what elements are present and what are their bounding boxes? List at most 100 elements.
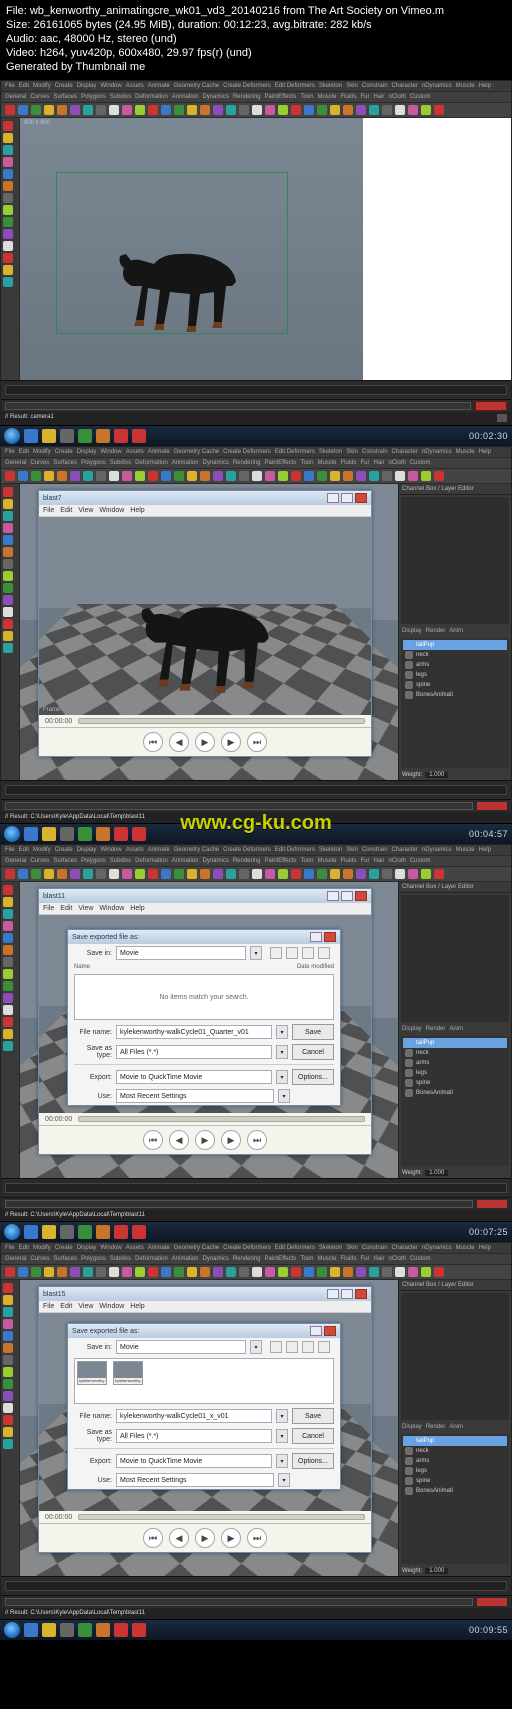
tool-icon[interactable]	[3, 1403, 13, 1413]
back-icon[interactable]	[270, 947, 282, 959]
channel-box[interactable]	[401, 1293, 509, 1420]
tool-icon[interactable]	[3, 909, 13, 919]
shelf-icon[interactable]	[148, 105, 158, 115]
menu-item[interactable]: Help	[479, 1245, 491, 1251]
shelf-row[interactable]	[1, 469, 511, 484]
menu-item[interactable]: Geometry Cache	[174, 847, 219, 853]
tool-icon[interactable]	[3, 969, 13, 979]
menu-item[interactable]: Polygons	[81, 94, 106, 100]
menu-item[interactable]: Create Deformers	[223, 449, 271, 455]
file-thumbnail[interactable]: kylekenworthy-w...	[113, 1361, 143, 1385]
shelf-icon[interactable]	[369, 471, 379, 481]
shelf-icon[interactable]	[356, 869, 366, 879]
menu-item[interactable]: Window	[100, 449, 121, 455]
menu-item[interactable]: Muscle	[456, 449, 475, 455]
menu-item[interactable]: Edit	[19, 847, 29, 853]
playblast-scrub[interactable]: 00:00:00	[39, 1113, 371, 1125]
shelf-icon[interactable]	[369, 1267, 379, 1277]
tool-icon[interactable]	[3, 1041, 13, 1051]
menu-item[interactable]: General	[5, 858, 26, 864]
layer-tabs[interactable]: DisplayRenderAnim	[399, 626, 511, 636]
shelf-icon[interactable]	[31, 105, 41, 115]
up-icon[interactable]	[286, 947, 298, 959]
shelf-icon[interactable]	[70, 471, 80, 481]
menu-item[interactable]: Edit	[19, 1245, 29, 1251]
shelf-icon[interactable]	[57, 869, 67, 879]
layer-item[interactable]: legs	[403, 670, 507, 680]
tool-icon[interactable]	[3, 193, 13, 203]
task-icon[interactable]	[78, 1225, 92, 1239]
layer-item[interactable]: legs	[403, 1068, 507, 1078]
shelf-icon[interactable]	[96, 471, 106, 481]
back-icon[interactable]	[270, 1341, 282, 1353]
menu-item[interactable]: Modify	[33, 847, 51, 853]
menu-item[interactable]: Window	[99, 507, 124, 514]
shelf-icon[interactable]	[395, 869, 405, 879]
menu-item[interactable]: Window	[100, 847, 121, 853]
shelf-icon[interactable]	[330, 1267, 340, 1277]
menu-item[interactable]: Character	[392, 1245, 418, 1251]
viewport-area[interactable]: blast7 FileEditViewWindowHelp	[20, 484, 398, 780]
shelf-icon[interactable]	[265, 105, 275, 115]
export-field[interactable]: Movie to QuickTime Movie	[116, 1070, 272, 1084]
shelf-icon[interactable]	[187, 471, 197, 481]
shelf-icon[interactable]	[200, 1267, 210, 1277]
menu-item[interactable]: Toon	[300, 858, 313, 864]
shelf-icon[interactable]	[421, 1267, 431, 1277]
command-line[interactable]: // Result: C:\Users\Kyle\AppData\Local\T…	[1, 1608, 511, 1618]
shelf-icon[interactable]	[122, 471, 132, 481]
shelf-icon[interactable]	[31, 869, 41, 879]
menu-item[interactable]: Deformation	[135, 94, 168, 100]
tool-icon[interactable]	[3, 535, 13, 545]
play-button[interactable]: ▶	[195, 1528, 215, 1548]
shelf-icon[interactable]	[5, 105, 15, 115]
tool-icon[interactable]	[3, 885, 13, 895]
menu-item[interactable]: Help	[130, 1303, 144, 1310]
shelf-icon[interactable]	[135, 869, 145, 879]
views-icon[interactable]	[318, 947, 330, 959]
menu-item[interactable]: Edit	[60, 1303, 72, 1310]
shelf-icon[interactable]	[122, 869, 132, 879]
shelf-icon[interactable]	[252, 471, 262, 481]
playblast-titlebar[interactable]: blast7	[39, 491, 371, 505]
menu-item[interactable]: Dynamics	[202, 1256, 228, 1262]
task-icon[interactable]	[78, 1623, 92, 1637]
tool-icon[interactable]	[3, 1439, 13, 1449]
task-icon[interactable]	[24, 1225, 38, 1239]
time-slider[interactable]	[1, 1576, 511, 1595]
shelf-icon[interactable]	[83, 1267, 93, 1277]
menu-item[interactable]: Animate	[148, 83, 170, 89]
menu-item[interactable]: Rendering	[233, 858, 261, 864]
menu-item[interactable]: nDynamics	[422, 847, 452, 853]
menu-item[interactable]: Muscle	[456, 83, 475, 89]
task-icon[interactable]	[42, 1225, 56, 1239]
tool-icon[interactable]	[3, 145, 13, 155]
menu-item[interactable]: Display	[77, 83, 97, 89]
tool-icon[interactable]	[3, 1319, 13, 1329]
shelf-icon[interactable]	[18, 471, 28, 481]
tool-icon[interactable]	[3, 499, 13, 509]
menu-item[interactable]: File	[5, 847, 15, 853]
shelf-icon[interactable]	[239, 1267, 249, 1277]
shelf-icon[interactable]	[330, 105, 340, 115]
help-icon[interactable]	[310, 1326, 322, 1336]
menu-item[interactable]: Create	[55, 1245, 73, 1251]
menu-item[interactable]: Help	[479, 83, 491, 89]
menu-item[interactable]: Edit Deformers	[275, 449, 315, 455]
menu-item[interactable]: nDynamics	[422, 1245, 452, 1251]
shelf-icon[interactable]	[395, 105, 405, 115]
shelf-icon[interactable]	[343, 869, 353, 879]
task-icon[interactable]	[60, 1623, 74, 1637]
menu-item[interactable]: Help	[479, 449, 491, 455]
menu-item[interactable]: Fluids	[340, 858, 356, 864]
menu-item[interactable]: Hair	[373, 1256, 384, 1262]
menu-item[interactable]: Hair	[373, 858, 384, 864]
play-button[interactable]: ▶	[195, 1130, 215, 1150]
menu-item[interactable]: Dynamics	[202, 460, 228, 466]
tool-icon[interactable]	[3, 619, 13, 629]
shelf-icon[interactable]	[187, 105, 197, 115]
shelf-icon[interactable]	[83, 471, 93, 481]
menu-item[interactable]: Muscle	[317, 94, 336, 100]
menu-item[interactable]: Custom	[410, 858, 431, 864]
shelf-icon[interactable]	[278, 471, 288, 481]
